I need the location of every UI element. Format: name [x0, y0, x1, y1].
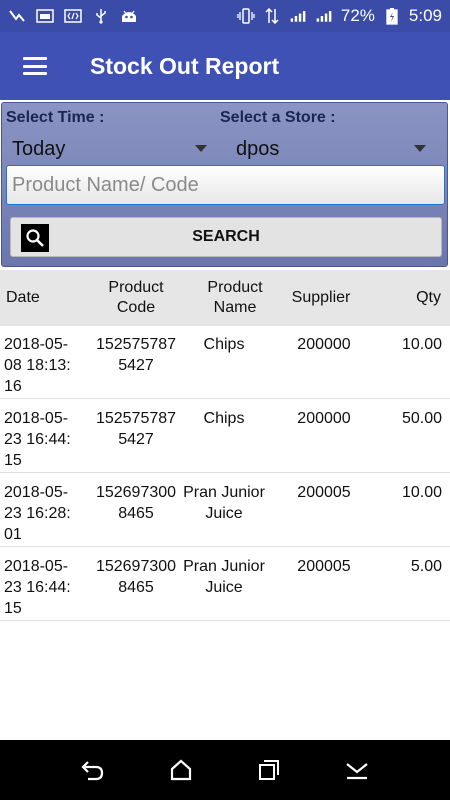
notification-check-icon: [8, 8, 26, 24]
table-row[interactable]: 2018-05-23 16:44:15 1525757875427 Chips …: [0, 400, 450, 473]
row-name: Chips: [203, 336, 245, 353]
product-search-input[interactable]: [6, 165, 445, 205]
header-supplier: Supplier: [291, 289, 351, 306]
row-code: 1525757875427: [95, 336, 177, 374]
navigation-bar: [0, 740, 450, 800]
back-icon[interactable]: [78, 755, 108, 785]
header-date: Date: [6, 289, 40, 306]
header-qty: Qty: [416, 289, 441, 306]
row-code: 1526973008465: [95, 484, 177, 522]
status-bar: 72% 5:09: [0, 0, 450, 32]
vibrate-icon: [237, 8, 255, 24]
row-qty: 50.00: [401, 410, 442, 427]
code-icon: [64, 8, 82, 24]
row-supplier: 200000: [297, 336, 351, 353]
store-select-value: dpos: [236, 137, 280, 160]
search-icon: [21, 224, 49, 252]
filter-panel: Select Time : Select a Store : Today dpo…: [1, 102, 448, 267]
page-title: Stock Out Report: [90, 52, 280, 79]
row-qty: 10.00: [401, 484, 442, 501]
time-dropdown-arrow-icon: [195, 145, 207, 152]
menu-down-icon[interactable]: [342, 755, 372, 785]
time-select[interactable]: Today: [12, 135, 207, 163]
row-code: 1526973008465: [95, 558, 177, 596]
row-supplier: 200005: [297, 484, 351, 501]
table-header: Date Product Code Product Name Supplier …: [0, 270, 450, 326]
table-row[interactable]: 2018-05-08 18:13:16 1525757875427 Chips …: [0, 326, 450, 399]
android-icon: [120, 8, 138, 24]
row-qty: 10.00: [401, 336, 442, 353]
battery-charging-icon: [383, 8, 401, 25]
app-bar: Stock Out Report: [0, 32, 450, 100]
row-date: 2018-05-08 18:13:16: [4, 336, 71, 395]
clock: 5:09: [408, 6, 442, 25]
battery-percent: 72%: [340, 6, 375, 25]
row-date: 2018-05-23 16:44:15: [4, 558, 71, 617]
header-code: Product Code: [108, 279, 164, 316]
usb-icon: [92, 8, 110, 24]
table-row[interactable]: 2018-05-23 16:28:01 1526973008465 Pran J…: [0, 474, 450, 547]
search-button[interactable]: SEARCH: [10, 217, 442, 257]
row-name: Pran Junior Juice: [183, 484, 265, 522]
time-select-value: Today: [12, 137, 66, 160]
data-transfer-icon: [263, 8, 281, 24]
row-name: Chips: [203, 410, 245, 427]
header-name: Product Name: [207, 279, 263, 316]
store-select[interactable]: dpos: [236, 135, 426, 163]
image-icon: [36, 8, 54, 24]
signal-2-icon: [315, 8, 333, 24]
table-row[interactable]: 2018-05-23 16:44:15 1526973008465 Pran J…: [0, 548, 450, 621]
store-dropdown-arrow-icon: [414, 145, 426, 152]
search-button-label: SEARCH: [192, 228, 260, 245]
row-date: 2018-05-23 16:44:15: [4, 410, 71, 469]
row-name: Pran Junior Juice: [183, 558, 265, 596]
store-label: Select a Store :: [220, 109, 336, 126]
row-qty: 5.00: [410, 558, 442, 575]
hamburger-menu-icon[interactable]: [0, 32, 70, 100]
time-label: Select Time :: [6, 109, 105, 126]
home-icon[interactable]: [166, 755, 196, 785]
row-code: 1525757875427: [95, 410, 177, 448]
row-supplier: 200005: [297, 558, 351, 575]
row-date: 2018-05-23 16:28:01: [4, 484, 71, 543]
recents-icon[interactable]: [254, 755, 284, 785]
row-supplier: 200000: [297, 410, 351, 427]
signal-1-icon: [289, 8, 307, 24]
